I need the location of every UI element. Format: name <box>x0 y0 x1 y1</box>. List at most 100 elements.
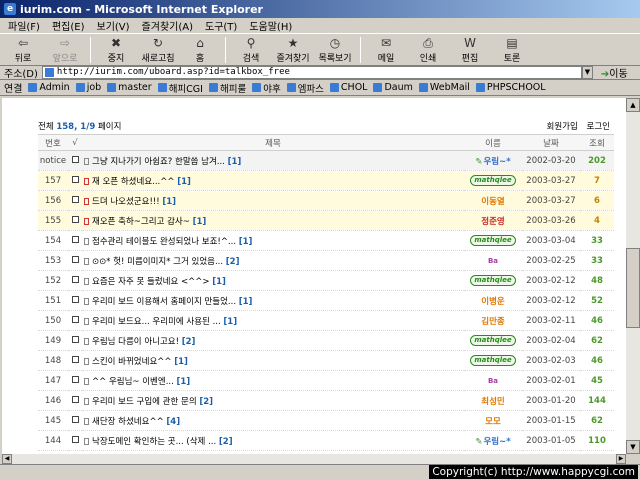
row-checkbox[interactable] <box>71 195 79 203</box>
post-title-link[interactable]: 점수관리 테이블도 완성되었나 보죠!^... <box>92 237 236 247</box>
menu-item-2[interactable]: 보기(V) <box>97 18 130 33</box>
vertical-scrollbar[interactable]: ▲ ▼ <box>626 98 640 454</box>
scroll-up-button[interactable]: ▲ <box>626 98 640 112</box>
row-checkbox[interactable] <box>71 315 79 323</box>
link-item-4[interactable]: 해피룰 <box>208 81 246 95</box>
row-author[interactable]: ✎우림~* <box>464 430 522 451</box>
row-author[interactable]: mathqlee <box>464 170 522 191</box>
row-author[interactable]: mathqlee <box>464 230 522 251</box>
row-author[interactable]: 최성민 <box>464 390 522 411</box>
post-title-link[interactable]: 그냥 지나가기 아쉽죠? 한말씀 남겨... <box>92 157 225 167</box>
scroll-left-button[interactable]: ◀ <box>2 454 12 464</box>
post-title-link[interactable]: 재오픈 축하~그리고 감사~ <box>92 217 190 227</box>
go-button[interactable]: ➔이동 <box>601 65 628 80</box>
post-title-link[interactable]: 스킨이 바뀌었네요^^ <box>92 357 172 367</box>
post-title-link[interactable]: 재 오픈 하셨네요...^^ <box>92 177 175 187</box>
comment-count[interactable]: [2] <box>219 437 233 447</box>
row-author[interactable]: mathqlee <box>464 350 522 371</box>
post-title-link[interactable]: 우리미 보드 구입에 관한 문의 <box>92 397 197 407</box>
row-author[interactable]: mathqlee <box>464 270 522 291</box>
scroll-thumb[interactable] <box>626 248 640 328</box>
toolbar-button-11[interactable]: ▤ 토론 <box>495 35 529 65</box>
menu-item-3[interactable]: 즐겨찾기(A) <box>142 18 193 33</box>
comment-count[interactable]: [4] <box>166 417 180 427</box>
post-title-link[interactable]: 낙장도메인 확인하는 곳... (삭제 ... <box>92 437 216 447</box>
comment-count[interactable]: [1] <box>239 237 253 247</box>
post-title-link[interactable]: 우림님 다름이 아니고요! <box>92 337 179 347</box>
row-checkbox[interactable] <box>71 435 79 443</box>
link-item-7[interactable]: CHOL <box>329 82 367 93</box>
toolbar-button-7[interactable]: ◷ 목록보기 <box>318 35 352 65</box>
toolbar-button-5[interactable]: ⚲ 검색 <box>234 35 268 65</box>
comment-count[interactable]: [1] <box>177 177 191 187</box>
comment-count[interactable]: [2] <box>226 257 240 267</box>
address-dropdown-button[interactable]: ▼ <box>581 66 593 79</box>
row-author[interactable]: mathqlee <box>464 330 522 351</box>
comment-count[interactable]: [2] <box>182 337 196 347</box>
post-title-link[interactable]: ^^ 우림님~ 이벤엔... <box>92 377 174 387</box>
link-item-2[interactable]: master <box>107 82 152 93</box>
toolbar-button-8[interactable]: ✉ 메일 <box>369 35 403 65</box>
comment-count[interactable]: [1] <box>239 297 253 307</box>
row-author[interactable]: Ba <box>464 250 522 271</box>
join-link[interactable]: 회원가입 <box>547 122 578 132</box>
comment-count[interactable]: [1] <box>177 377 191 387</box>
comment-count[interactable]: [1] <box>212 277 226 287</box>
link-item-3[interactable]: 해피CGI <box>157 81 203 95</box>
row-checkbox[interactable] <box>71 415 79 423</box>
post-title-link[interactable]: 새단장 하셨네요^^ <box>92 417 164 427</box>
row-checkbox[interactable] <box>71 375 79 383</box>
toolbar-button-10[interactable]: W 편집 <box>453 35 487 65</box>
row-author[interactable]: 정준영 <box>464 210 522 231</box>
menu-item-4[interactable]: 도구(T) <box>205 18 237 33</box>
row-checkbox[interactable] <box>71 335 79 343</box>
row-author[interactable]: Ba <box>464 370 522 391</box>
toolbar-button-2[interactable]: ✖ 중지 <box>99 35 133 65</box>
toolbar-button-0[interactable]: ⇦ 뒤로 <box>6 35 40 65</box>
toolbar-button-1[interactable]: ⇨ 앞으로 <box>48 35 82 65</box>
comment-count[interactable]: [2] <box>199 397 213 407</box>
row-checkbox[interactable] <box>71 175 79 183</box>
post-title-link[interactable]: 우리미 보드요... 우리미에 사용된 ... <box>92 317 221 327</box>
col-header-check[interactable]: √ <box>68 134 82 151</box>
login-link[interactable]: 로그인 <box>587 122 610 132</box>
row-checkbox[interactable] <box>71 395 79 403</box>
row-checkbox[interactable] <box>71 215 79 223</box>
comment-count[interactable]: [1] <box>223 317 237 327</box>
menu-item-0[interactable]: 파일(F) <box>8 18 40 33</box>
address-input[interactable]: http://iurim.com/uboard.asp?id=talkbox_f… <box>41 66 582 79</box>
link-item-10[interactable]: PHPSCHOOL <box>475 82 546 93</box>
row-author[interactable]: 모모 <box>464 410 522 431</box>
comment-count[interactable]: [1] <box>174 357 188 367</box>
horizontal-scrollbar[interactable]: ◀ ▶ <box>2 454 626 464</box>
row-checkbox[interactable] <box>71 255 79 263</box>
link-item-1[interactable]: job <box>75 82 101 93</box>
link-item-5[interactable]: 야후 <box>252 81 281 95</box>
row-author[interactable]: 이동열 <box>464 190 522 211</box>
row-author[interactable]: 김만종 <box>464 310 522 331</box>
post-title-link[interactable]: 요즘은 자주 못 들렀네요 <^^> <box>92 277 210 287</box>
comment-count[interactable]: [1] <box>162 197 176 207</box>
scroll-down-button[interactable]: ▼ <box>626 440 640 454</box>
scroll-right-button[interactable]: ▶ <box>616 454 626 464</box>
row-author[interactable]: ✎우림~* <box>464 150 522 171</box>
comment-count[interactable]: [1] <box>228 157 242 167</box>
link-item-0[interactable]: Admin <box>28 82 70 93</box>
post-title-link[interactable]: 드뎌 나오셨군요!!! <box>92 197 160 207</box>
row-checkbox[interactable] <box>71 275 79 283</box>
link-item-8[interactable]: Daum <box>373 82 413 93</box>
row-checkbox[interactable] <box>71 155 79 163</box>
row-checkbox[interactable] <box>71 295 79 303</box>
toolbar-button-6[interactable]: ★ 즐겨찾기 <box>276 35 310 65</box>
menu-item-1[interactable]: 편집(E) <box>52 18 85 33</box>
row-checkbox[interactable] <box>71 235 79 243</box>
row-checkbox[interactable] <box>71 355 79 363</box>
post-title-link[interactable]: ⊙⊙* 헛! 미릅이미지* 그거 있었음... <box>92 257 223 267</box>
link-item-6[interactable]: 엠파스 <box>286 81 324 95</box>
comment-count[interactable]: [1] <box>193 217 207 227</box>
post-title-link[interactable]: 우리미 보드 이용해서 홈페이지 만들었... <box>92 297 236 307</box>
toolbar-button-3[interactable]: ↻ 새로고침 <box>141 35 175 65</box>
toolbar-button-9[interactable]: ⎙ 인쇄 <box>411 35 445 65</box>
link-item-9[interactable]: WebMail <box>418 82 470 93</box>
row-author[interactable]: 이병운 <box>464 290 522 311</box>
